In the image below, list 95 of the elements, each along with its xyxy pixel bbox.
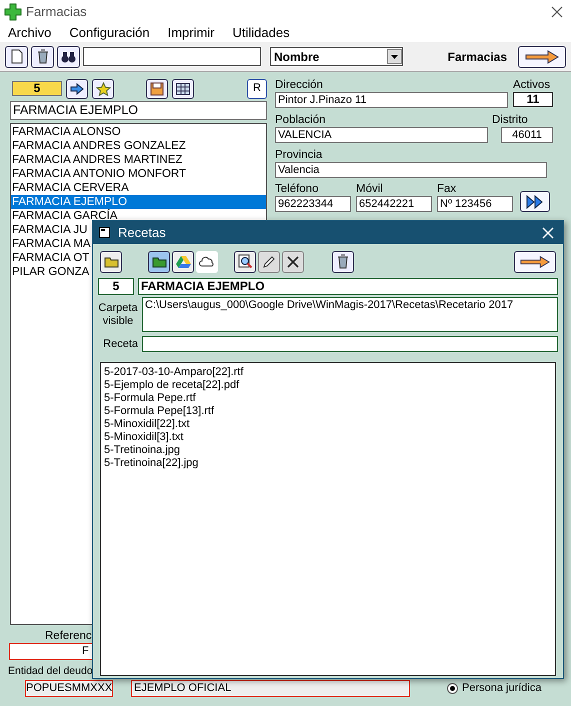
close-icon [542, 226, 554, 238]
section-label: Farmacias [448, 48, 507, 66]
recipe-label: Receta [102, 337, 138, 352]
x-icon [287, 256, 299, 268]
district-field[interactable]: 46011 [501, 127, 553, 143]
table-icon [176, 82, 190, 94]
forward-button[interactable] [520, 191, 550, 212]
cloud-button[interactable] [196, 250, 218, 272]
cross-icon [4, 3, 22, 21]
trash-icon [337, 254, 349, 269]
field-label: Dirección [275, 78, 324, 92]
arrow-right-icon [520, 254, 550, 268]
phone-field[interactable]: 962223344 [275, 196, 351, 212]
file-item[interactable]: 5-2017-03-10-Amparo[22].rtf [104, 366, 555, 378]
recipe-field[interactable] [142, 336, 558, 352]
field-label: Fax [437, 182, 458, 196]
pharmacy-item[interactable]: FARMACIA ANDRES MARTINEZ [11, 153, 266, 167]
file-item[interactable]: 5-Ejemplo de receta[22].pdf [104, 378, 555, 392]
magnifier-icon [238, 254, 252, 269]
file-item[interactable]: 5-Formula Pepe[13].rtf [104, 404, 555, 418]
radio-label: Persona jurídica [462, 681, 542, 696]
field-label: Distrito [492, 113, 529, 127]
bic-field[interactable]: POPUESMMXXX [25, 680, 113, 697]
drive-button[interactable] [172, 250, 194, 272]
folder-button[interactable] [148, 250, 170, 272]
search-button[interactable] [57, 46, 80, 68]
window-title: Farmacias [26, 3, 87, 22]
cancel-button[interactable] [282, 250, 304, 272]
name-field[interactable]: FARMACIA EJEMPLO [138, 278, 558, 295]
double-arrow-icon [526, 194, 544, 208]
dialog-title: Recetas [118, 224, 166, 242]
cloud-icon [199, 256, 215, 267]
trash-icon [36, 49, 48, 64]
exit-button[interactable] [514, 250, 556, 272]
delete-button[interactable] [31, 46, 54, 68]
file-item[interactable]: 5-Minoxidil[22].txt [104, 418, 555, 430]
window-icon [99, 227, 110, 238]
folder-icon [104, 256, 118, 268]
triangle-icon [176, 255, 190, 268]
folder-label: Carpeta visible [98, 301, 138, 329]
pharmacy-item[interactable]: FARMACIA GARCÍA [11, 209, 266, 223]
record-number: 5 [98, 278, 134, 295]
document-icon [10, 49, 22, 64]
active-count-field[interactable]: 11 [513, 92, 553, 107]
open-folder-button[interactable] [100, 250, 122, 272]
new-document-button[interactable] [5, 46, 28, 68]
radio-button[interactable] [447, 683, 458, 694]
pen-icon [262, 254, 276, 268]
sort-field-value: Nombre [274, 48, 320, 66]
field-label: Población [275, 113, 327, 127]
arrow-right-icon [525, 50, 559, 64]
arrow-right-icon [70, 82, 84, 94]
exit-button[interactable] [518, 46, 566, 68]
reference-label: Referenc [45, 629, 93, 643]
folder-path-field[interactable]: C:\Users\augus_000\Google Drive\WinMagis-2017\Recetas\Recetario 2017 [142, 297, 558, 332]
pharmacy-item[interactable]: FARMACIA EJEMPLO [11, 195, 266, 209]
province-field[interactable]: Valencia [275, 162, 547, 178]
folder-icon [152, 256, 166, 268]
menu-item[interactable]: Archivo [8, 23, 52, 43]
field-label: Teléfono [275, 182, 320, 196]
mobile-field[interactable]: 652442221 [356, 196, 432, 212]
save-button[interactable] [146, 78, 168, 98]
field-label: Activos [513, 78, 552, 92]
next-button[interactable] [66, 78, 88, 98]
delete-button[interactable] [332, 250, 354, 272]
table-button[interactable] [172, 78, 194, 98]
binoculars-icon [61, 50, 76, 62]
field-label: Provincia [275, 148, 324, 162]
file-item[interactable]: 5-Tretinoina[22].jpg [104, 456, 555, 470]
edit-button[interactable] [258, 250, 280, 272]
pharmacy-item[interactable]: FARMACIA ALONSO [11, 125, 266, 139]
debtor-label: Entidad del deudo [8, 664, 94, 678]
star-icon [96, 82, 110, 96]
file-item[interactable]: 5-Tretinoina.jpg [104, 444, 555, 456]
pharmacy-item[interactable]: FARMACIA ANDRES GONZALEZ [11, 139, 266, 153]
close-icon [551, 6, 563, 18]
fax-field[interactable]: Nº 123456 [437, 196, 513, 212]
city-field[interactable]: VALENCIA [275, 127, 488, 143]
name-field[interactable]: FARMACIA EJEMPLO [10, 101, 267, 120]
favorite-button[interactable] [92, 78, 114, 98]
file-item[interactable]: 5-Minoxidil[3].txt [104, 430, 555, 444]
field-label: Móvil [356, 182, 384, 196]
menu-item[interactable]: Utilidades [232, 23, 290, 43]
pharmacy-item[interactable]: FARMACIA ANTONIO MONFORT [11, 167, 266, 181]
sort-dropdown[interactable]: Nombre [270, 47, 403, 66]
pharmacy-item[interactable]: FARMACIA CERVERA [11, 181, 266, 195]
menu-item[interactable]: Configuración [69, 23, 150, 43]
search-field[interactable] [83, 47, 261, 66]
entity-field[interactable]: EJEMPLO OFICIAL [131, 680, 410, 697]
address-field[interactable]: Pintor J.Pinazo 11 [275, 92, 508, 108]
record-number: 5 [12, 81, 62, 96]
preview-button[interactable] [234, 250, 256, 272]
file-item[interactable]: 5-Formula Pepe.rtf [104, 392, 555, 404]
r-button[interactable]: R [247, 78, 267, 98]
menu-item[interactable]: Imprimir [168, 23, 215, 43]
